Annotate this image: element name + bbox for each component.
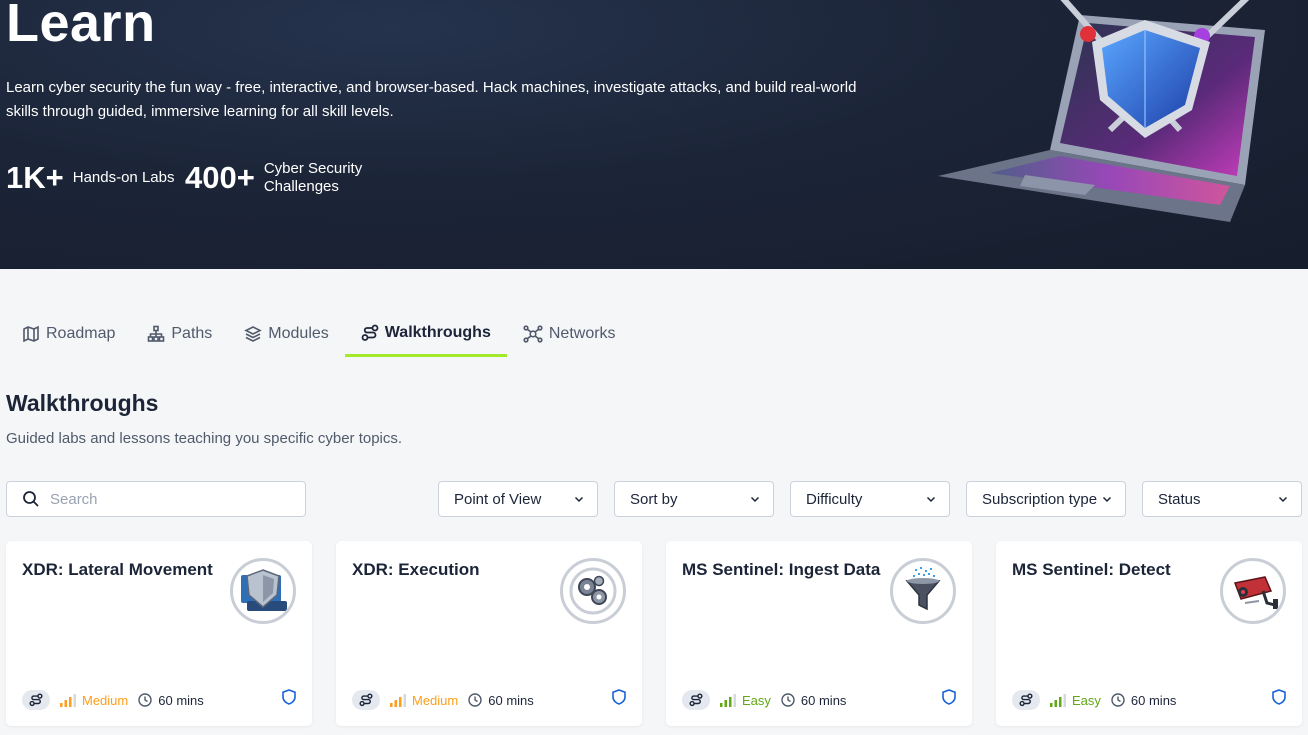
hierarchy-icon [148,325,165,342]
room-card[interactable]: XDR: Execution Medium 60 mins [336,541,642,726]
filter-point-of-view[interactable]: Point of View [438,481,598,517]
filter-label: Difficulty [806,490,863,508]
learn-tabs: Roadmap Paths Modules Walkthroughs Netwo… [6,312,632,358]
route-icon [359,693,373,707]
walkthrough-type-badge [352,690,380,710]
card-title: MS Sentinel: Detect [1012,560,1171,579]
shield-icon [282,689,296,705]
difficulty-label: Easy [742,692,771,708]
signal-bars-icon [1050,693,1066,707]
difficulty-badge: Easy [720,693,771,708]
route-icon [29,693,43,707]
duration: 60 mins [138,693,204,708]
duration-label: 60 mins [158,692,204,708]
filter-label: Point of View [454,490,542,508]
gears-icon [560,558,626,624]
tab-modules[interactable]: Modules [228,312,344,356]
filter-label: Status [1158,490,1201,508]
card-title: MS Sentinel: Ingest Data [682,560,881,579]
duration: 60 mins [1111,692,1177,708]
room-card[interactable]: MS Sentinel: Detect Easy 60 mins [996,541,1302,726]
route-icon [689,693,703,707]
walkthrough-type-badge [22,690,50,710]
page-title: Learn [6,0,156,53]
chevron-down-icon [926,496,936,503]
difficulty-label: Medium [412,692,459,708]
room-card[interactable]: XDR: Lateral Movement Medium 60 mins [6,541,312,726]
security-camera-icon [1220,558,1286,624]
card-title: XDR: Lateral Movement [22,560,213,579]
shield-laptop-icon [230,558,296,624]
section-subtitle: Guided labs and lessons teaching you spe… [6,430,403,447]
card-meta: Easy 60 mins [682,690,846,710]
funnel-icon [890,558,956,624]
difficulty-label: Medium [82,692,129,708]
walkthrough-type-badge [1012,690,1040,710]
hero-banner: Learn Learn cyber security the fun way -… [0,0,1308,269]
layers-icon [244,326,263,342]
filter-difficulty[interactable]: Difficulty [790,481,950,517]
chevron-down-icon [574,496,584,503]
stat-labs: 1K+ Hands-on Labs [6,160,183,196]
route-icon [361,324,379,341]
signal-bars-icon [720,693,736,707]
laptop-shield-illustration [938,0,1265,222]
stat-number: 400+ [185,160,255,195]
difficulty-label: Easy [1072,692,1101,708]
filter-status[interactable]: Status [1142,481,1302,517]
tab-paths[interactable]: Paths [131,312,228,356]
search-icon [23,491,39,507]
search-input[interactable] [50,490,290,508]
duration-label: 60 mins [488,692,534,708]
tab-label: Roadmap [46,325,116,342]
shield-icon [612,689,626,705]
chevron-down-icon [1278,496,1288,503]
room-card[interactable]: MS Sentinel: Ingest Data Easy 60 mins [666,541,972,726]
card-meta: Medium 60 mins [352,690,534,710]
search-box [6,481,306,517]
duration-label: 60 mins [1130,692,1177,708]
stat-number: 1K+ [6,160,64,195]
card-meta: Medium 60 mins [22,690,204,710]
tab-walkthroughs[interactable]: Walkthroughs [344,312,507,357]
map-icon [23,325,39,343]
signal-bars-icon [390,693,406,707]
stat-label: Cyber Security Challenges [263,160,363,195]
filter-label: Sort by [630,490,678,508]
signal-bars-icon [60,693,76,707]
hero-description: Learn cyber security the fun way - free,… [6,79,857,120]
duration-label: 60 mins [800,692,847,708]
clock-icon [781,693,795,707]
tab-roadmap[interactable]: Roadmap [6,312,131,356]
card-meta: Easy 60 mins [1012,690,1176,710]
duration: 60 mins [781,692,847,708]
difficulty-badge: Easy [1050,693,1101,708]
tab-networks[interactable]: Networks [507,312,632,356]
shield-icon [1272,689,1286,705]
chevron-down-icon [750,496,760,503]
difficulty-badge: Medium [60,693,128,708]
filter-subscription-type[interactable]: Subscription type [966,481,1126,517]
duration: 60 mins [468,693,534,708]
network-icon [523,325,543,343]
clock-icon [1111,693,1125,707]
clock-icon [468,693,482,707]
tab-label: Walkthroughs [384,324,491,341]
stat-challenges: 400+ Cyber Security Challenges [185,160,374,196]
walkthrough-type-badge [682,690,710,710]
difficulty-badge: Medium [390,693,458,708]
filter-sort-by[interactable]: Sort by [614,481,774,517]
route-icon [1019,693,1033,707]
tab-label: Networks [548,325,616,342]
section-title: Walkthroughs [6,390,159,416]
card-title: XDR: Execution [352,560,480,579]
stat-label: Hands-on Labs [72,169,175,186]
clock-icon [138,693,152,707]
filter-label: Subscription type [982,490,1098,508]
chevron-down-icon [1102,496,1112,503]
shield-icon [942,689,956,705]
tab-label: Paths [171,325,213,342]
tab-label: Modules [268,325,329,342]
